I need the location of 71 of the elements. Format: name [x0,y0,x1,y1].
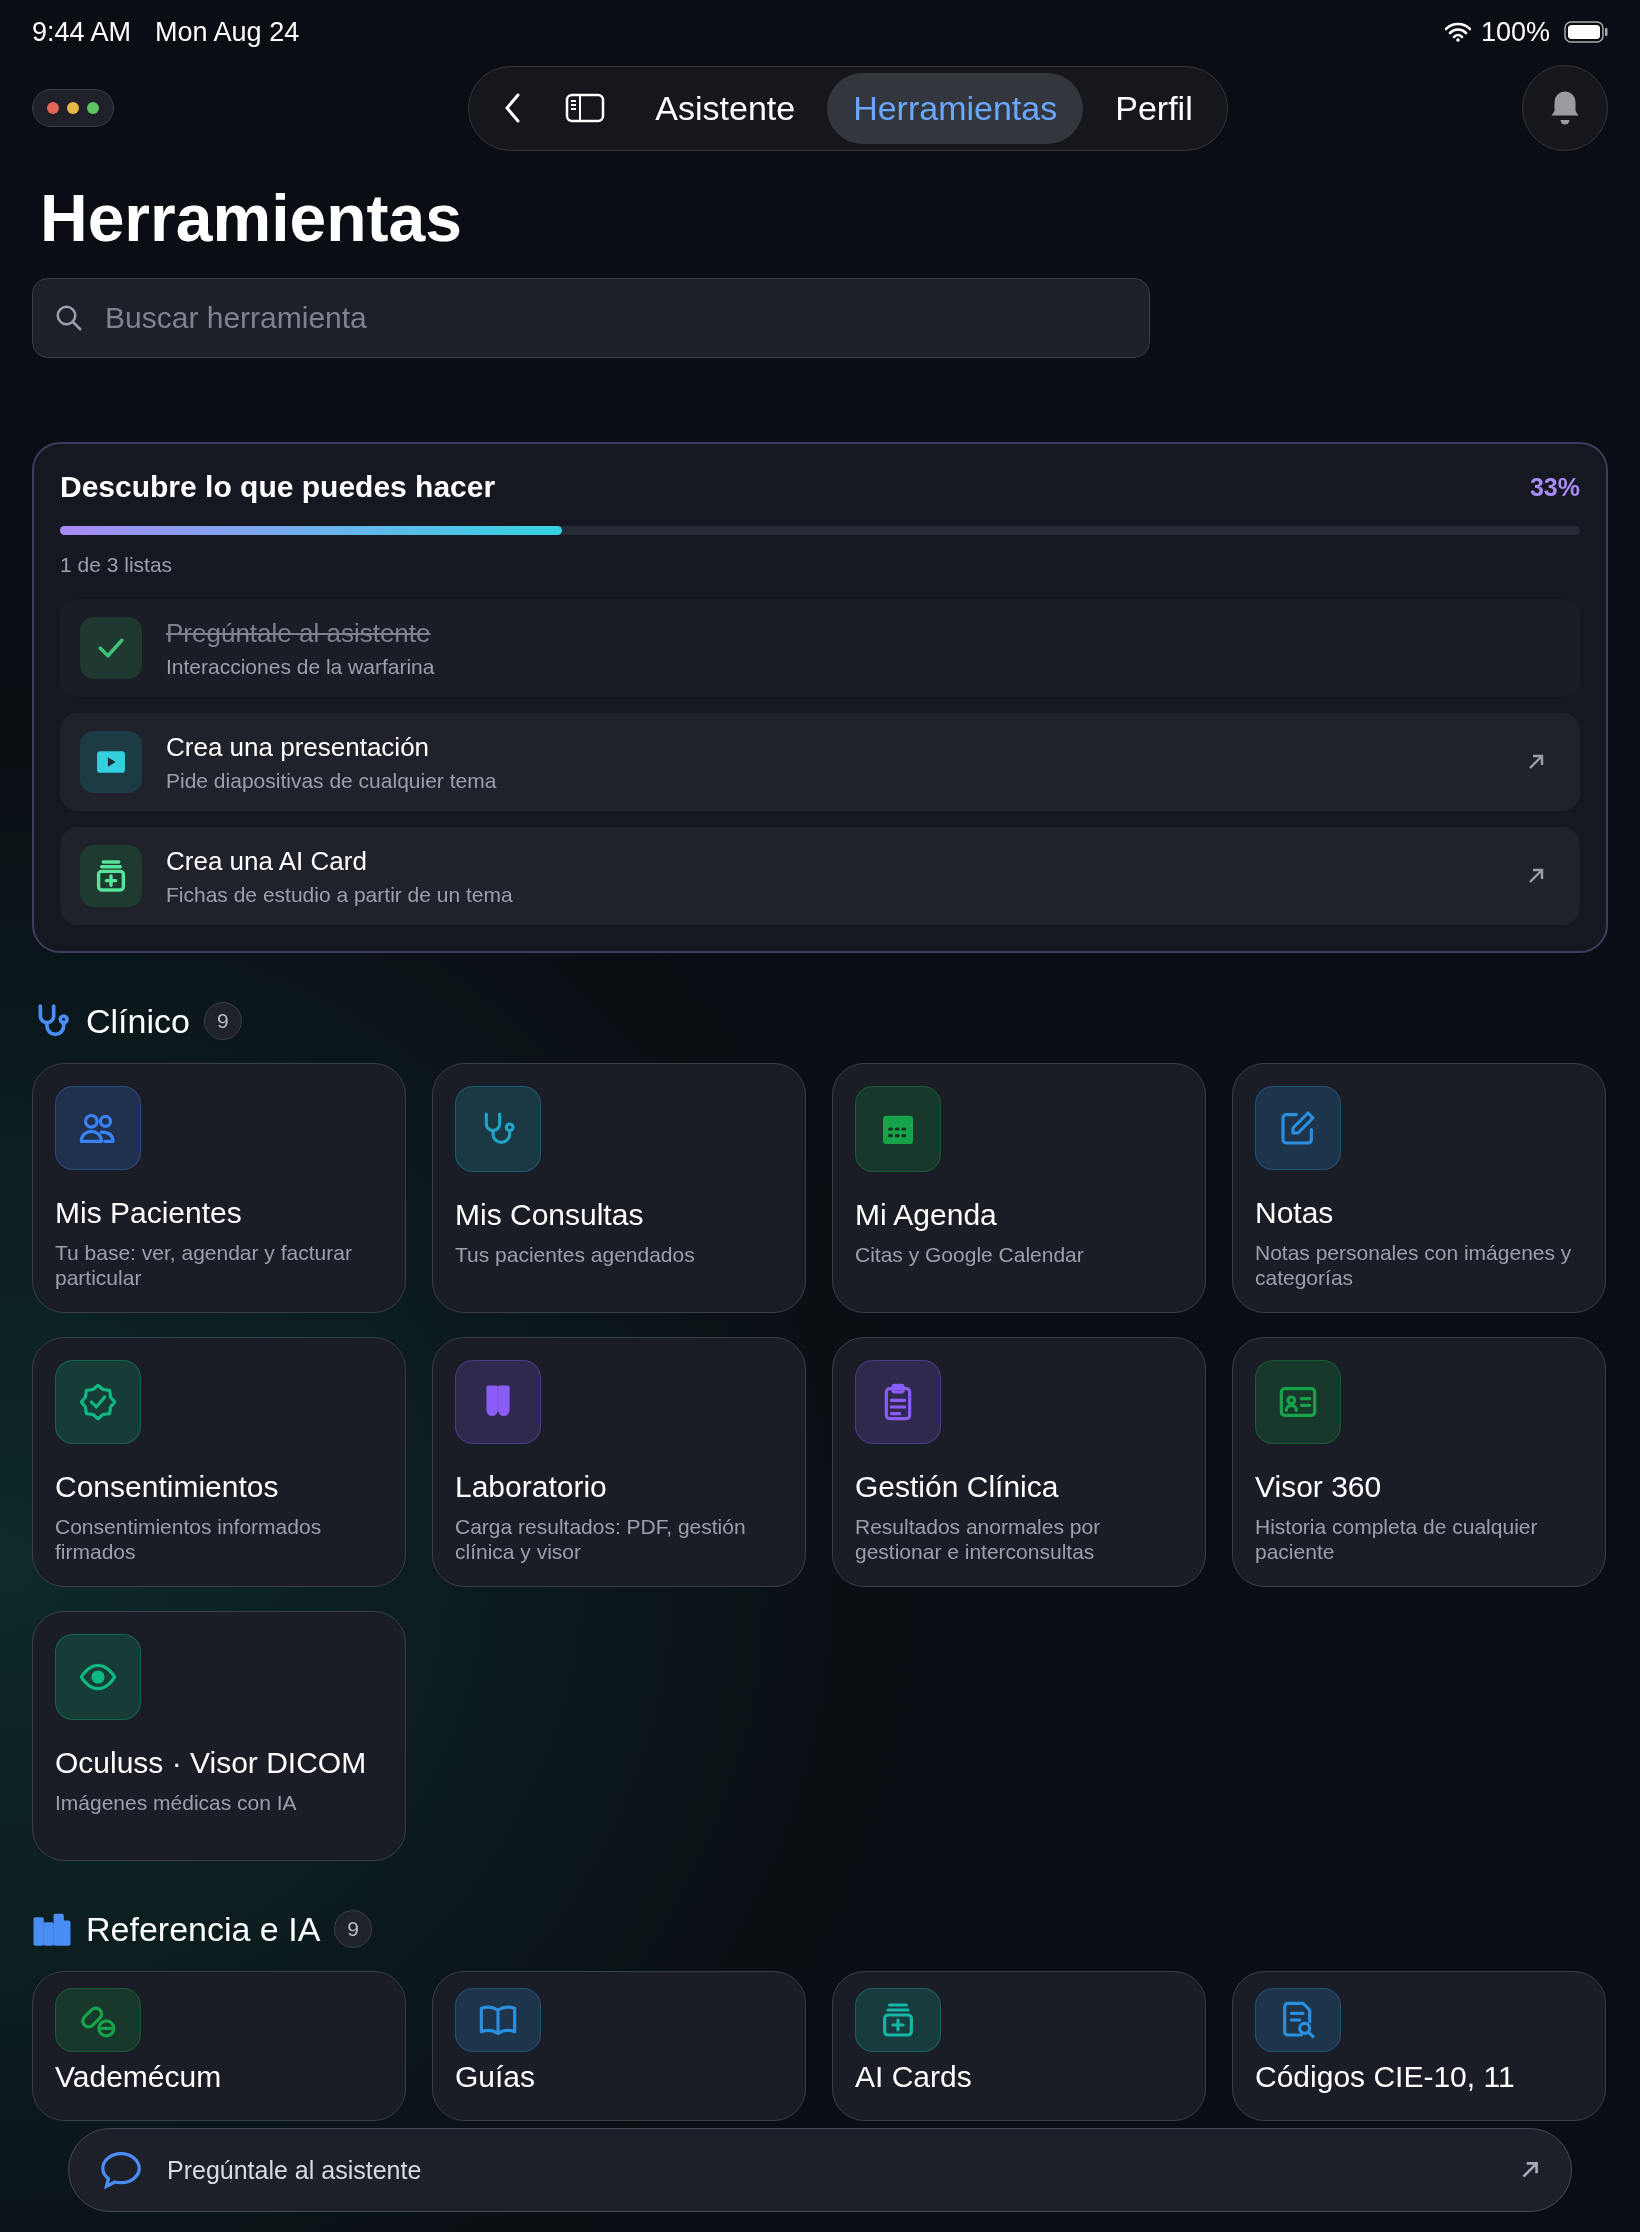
tool-card[interactable]: Vademécum [32,1971,406,2121]
tool-title: Mis Consultas [455,1198,645,1232]
tool-card[interactable]: Visor 360 Historia completa de cualquier paciente [1232,1337,1606,1587]
tool-description: Historia completa de cualquier paciente [1255,1513,1539,1564]
tool-title: Visor 360 [1255,1469,1383,1504]
tool-card[interactable]: Guías [432,1971,806,2121]
tool-title: AI Cards [855,2060,973,2094]
chat-bubble-icon [99,2150,143,2190]
play-icon [80,731,142,793]
search-field[interactable]: Buscar herramienta [32,278,1150,358]
tool-card[interactable]: Códigos CIE-10, 11 [1232,1971,1606,2121]
battery-icon [1564,21,1608,43]
progress-count: 1 de 3 listas [60,553,174,577]
tool-description: Notas personales con imágenes y categorías [1255,1239,1573,1290]
tool-title: Mis Pacientes [55,1195,243,1230]
badge-icon [78,1381,118,1422]
checklist-item[interactable]: Crea una presentación Pide diapositivas de cualquier tema [60,713,1580,811]
section-title: Clínico [86,1001,190,1041]
tool-title: Códigos CIE-10, 11 [1255,2060,1516,2094]
battery-percent: 100% [1480,16,1550,48]
tool-title: Mi Agenda [855,1198,998,1232]
tool-card[interactable]: Notas Notas personales con imágenes y categorías [1232,1063,1606,1313]
tool-card[interactable]: AI Cards [832,1971,1206,2121]
nav-tab[interactable]: Herramientas [827,72,1084,144]
tool-description: Imágenes médicas con IA [55,1790,298,1816]
tool-card[interactable]: Laboratorio Carga resultados: PDF, gestión clínica y visor [432,1337,806,1587]
tool-card[interactable]: Oculuss · Visor DICOM Imágenes médicas con IA [32,1611,406,1861]
item-title: Crea una presentación [166,731,431,763]
wifi-icon [1444,22,1471,42]
item-subtitle: Fichas de estudio a partir de un tema [166,882,514,907]
tool-card[interactable]: Mi Agenda Citas y Google Calendar [832,1063,1206,1313]
tool-description: Tus pacientes agendados [455,1242,696,1268]
tool-title: Gestión Clínica [855,1469,1060,1504]
tool-description: Carga resultados: PDF, gestión clínica y visor [455,1513,747,1564]
page-title: Herramientas [40,180,463,256]
ask-assistant-bar[interactable]: Pregúntale al asistente [68,2128,1572,2212]
ask-label: Pregúntale al asistente [167,2155,423,2185]
tool-title: Laboratorio [455,1469,608,1504]
tool-card[interactable]: Consentimientos Consentimientos informados firmados [32,1337,406,1587]
tool-description: Citas y Google Calendar [855,1242,1085,1268]
cards-icon [80,845,142,907]
count-badge: 9 [334,1910,373,1948]
item-title: Crea una AI Card [166,845,368,877]
item-subtitle: Interacciones de la warfarina [166,654,436,679]
tool-card[interactable]: Mis Consultas Tus pacientes agendados [432,1063,806,1313]
progress-percent: 33% [1529,472,1580,502]
tool-card[interactable]: Mis Pacientes Tu base: ver, agendar y facturar particular [32,1063,406,1313]
tool-description: Resultados anormales por gestionar e interconsultas [855,1513,1102,1564]
check-icon [80,617,142,679]
tool-title: Oculuss · Visor DICOM [55,1746,368,1780]
item-subtitle: Pide diapositivas de cualquier tema [166,768,498,793]
status-date: Mon Aug 24 [155,16,300,48]
nav-tab[interactable]: Asistente [629,72,822,144]
tool-description: Consentimientos informados firmados [55,1513,323,1564]
window-controls[interactable] [32,89,114,127]
checklist-item[interactable]: Crea una AI Card Fichas de estudio a partir de un tema [60,827,1580,925]
tool-title: Vademécum [55,2060,223,2094]
search-icon [54,303,84,333]
section-title: Referencia e IA [86,1909,321,1949]
item-title: Pregúntale al asistente [166,617,432,649]
checklist-title: Descubre lo que puedes hacer [60,470,496,504]
tool-title: Guías [455,2060,537,2094]
sidebar-icon [565,93,606,123]
tool-card[interactable]: Gestión Clínica Resultados anormales por gestionar e interconsultas [832,1337,1206,1587]
nav-tab[interactable]: Perfil [1089,72,1219,144]
tool-title: Notas [1255,1195,1335,1230]
status-time: 9:44 AM [32,16,132,48]
checklist-item[interactable]: Pregúntale al asistente Interacciones de la warfarina [60,599,1580,697]
tool-title: Consentimientos [55,1469,280,1504]
count-badge: 9 [203,1002,242,1040]
tool-description: Tu base: ver, agendar y facturar particular [55,1239,353,1290]
